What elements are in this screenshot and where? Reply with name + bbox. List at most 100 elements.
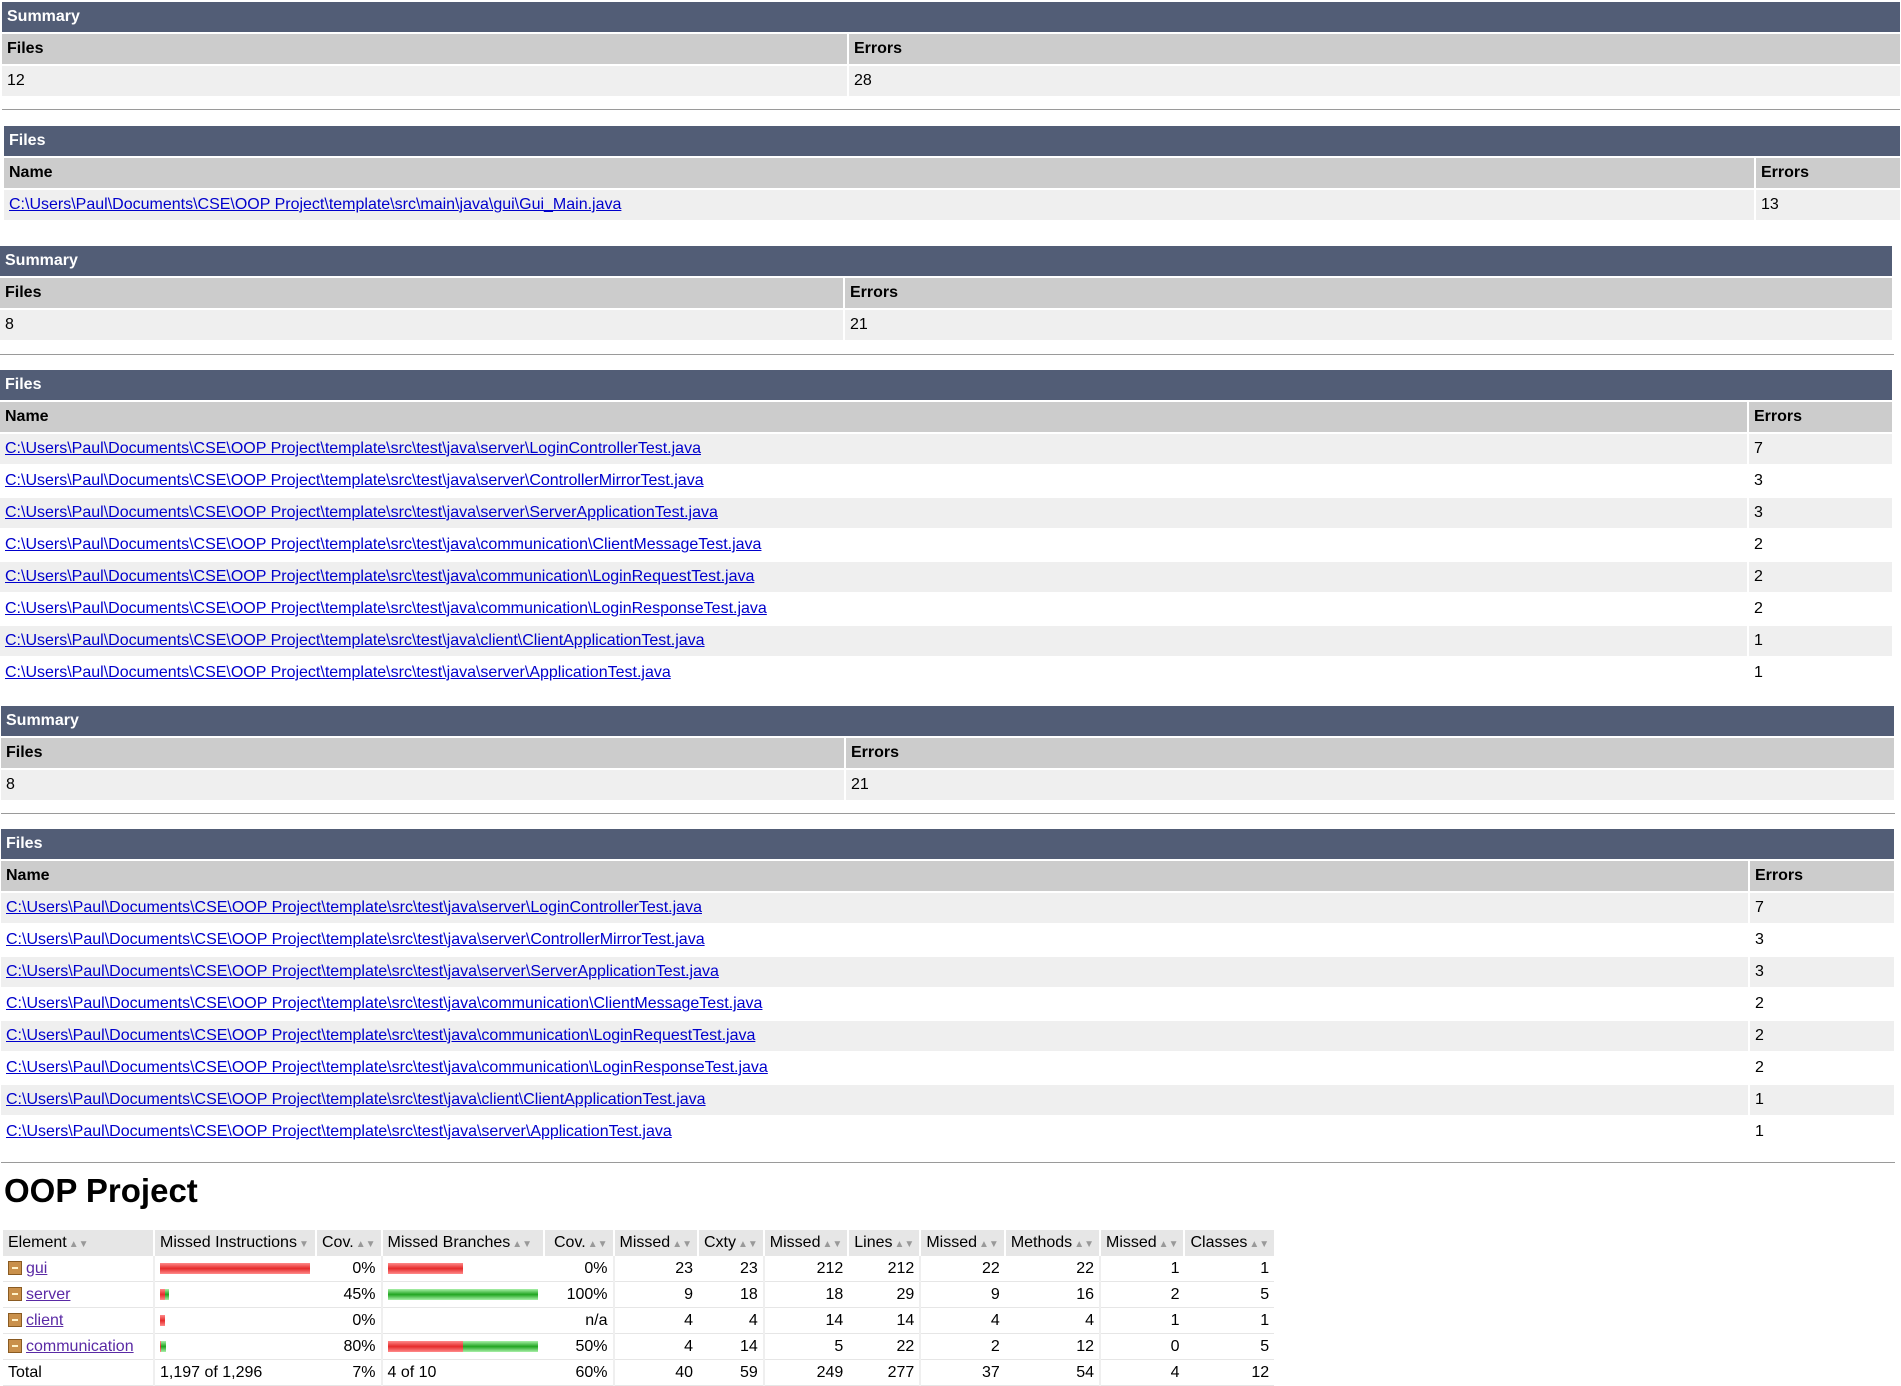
branch-cov: 100% xyxy=(543,1281,614,1308)
file-link[interactable]: C:\Users\Paul\Documents\CSE\OOP Project\… xyxy=(5,664,671,681)
file-link[interactable]: C:\Users\Paul\Documents\CSE\OOP Project\… xyxy=(6,931,705,948)
instr-cov: 80% xyxy=(316,1333,382,1360)
file-link[interactable]: C:\Users\Paul\Documents\CSE\OOP Project\… xyxy=(5,504,718,521)
package-icon xyxy=(8,1312,22,1327)
branch-bar-cell xyxy=(380,1281,544,1308)
cxty: 23 xyxy=(698,1255,764,1282)
missed-cxty: 23 xyxy=(612,1255,698,1282)
cxty: 18 xyxy=(698,1281,764,1308)
summary-table-3: Summary Files Errors 8 21 xyxy=(0,704,1896,802)
file-link[interactable]: C:\Users\Paul\Documents\CSE\OOP Project\… xyxy=(6,1123,672,1140)
table-row xyxy=(4,222,1900,232)
files-header-name: Name xyxy=(0,402,1747,432)
methods: 12 xyxy=(1004,1333,1100,1360)
missed-cxty: 9 xyxy=(612,1281,698,1308)
file-errors: 2 xyxy=(1750,1021,1894,1051)
package-link[interactable]: gui xyxy=(26,1260,47,1277)
file-errors: 1 xyxy=(1750,1085,1894,1115)
table-row: C:\Users\Paul\Documents\CSE\OOP Project\… xyxy=(1,893,1894,923)
file-link[interactable]: C:\Users\Paul\Documents\CSE\OOP Project\… xyxy=(5,472,704,489)
branch-bar-cell xyxy=(380,1255,544,1282)
lines: 212 xyxy=(848,1255,921,1282)
files-table-1: Files Name Errors C:\Users\Paul\Document… xyxy=(2,124,1900,232)
col-missed-branches[interactable]: Missed Branches ▲▼ xyxy=(380,1230,544,1256)
cxty: 4 xyxy=(698,1307,764,1334)
missed-lines: 18 xyxy=(762,1281,849,1308)
package-link[interactable]: client xyxy=(26,1312,63,1329)
table-row: C:\Users\Paul\Documents\CSE\OOP Project\… xyxy=(0,466,1892,496)
files-header-errors: Errors xyxy=(1750,861,1894,891)
package-cell: client xyxy=(3,1307,154,1334)
col-missed-methods[interactable]: Missed ▲▼ xyxy=(919,1230,1005,1256)
file-errors: 1 xyxy=(1749,658,1892,688)
col-missed-classes[interactable]: Missed ▲▼ xyxy=(1098,1230,1185,1256)
summary-errors-count: 21 xyxy=(845,310,1892,340)
col-missed-lines[interactable]: Missed ▲▼ xyxy=(762,1230,849,1256)
file-link[interactable]: C:\Users\Paul\Documents\CSE\OOP Project\… xyxy=(6,1059,768,1076)
missed-methods: 2 xyxy=(919,1333,1005,1360)
files-table-3: Files Name Errors C:\Users\Paul\Document… xyxy=(0,827,1896,1149)
report-3: Summary Files Errors 8 21 Files Name Err… xyxy=(0,704,1900,1166)
missed-classes: 0 xyxy=(1098,1333,1185,1360)
files-header-name: Name xyxy=(4,158,1754,188)
missed-lines: 212 xyxy=(762,1255,849,1282)
covered-instructions-bar xyxy=(165,1288,169,1300)
missed-classes: 2 xyxy=(1098,1281,1185,1308)
col-missed-cxty[interactable]: Missed ▲▼ xyxy=(612,1230,698,1256)
package-link[interactable]: communication xyxy=(26,1338,134,1355)
file-link[interactable]: C:\Users\Paul\Documents\CSE\OOP Project\… xyxy=(5,440,701,457)
file-link[interactable]: C:\Users\Paul\Documents\CSE\OOP Project\… xyxy=(5,600,767,617)
col-cxty[interactable]: Cxty ▲▼ xyxy=(697,1230,764,1256)
summary-header-errors: Errors xyxy=(849,34,1900,64)
col-lines[interactable]: Lines ▲▼ xyxy=(847,1230,921,1256)
table-row: C:\Users\Paul\Documents\CSE\OOP Project\… xyxy=(1,957,1894,987)
table-row: C:\Users\Paul\Documents\CSE\OOP Project\… xyxy=(1,1021,1894,1051)
missed-methods: 4 xyxy=(919,1307,1005,1334)
missed-branches-bar xyxy=(387,1340,463,1352)
files-header-errors: Errors xyxy=(1756,158,1900,188)
instr-bar-cell xyxy=(153,1333,316,1360)
file-link[interactable]: C:\Users\Paul\Documents\CSE\OOP Project\… xyxy=(6,995,762,1012)
package-cell: gui xyxy=(3,1255,154,1282)
file-link[interactable]: C:\Users\Paul\Documents\CSE\OOP Project\… xyxy=(6,899,702,916)
lines: 29 xyxy=(848,1281,921,1308)
summary-header-files: Files xyxy=(0,278,843,308)
package-icon xyxy=(8,1338,22,1353)
file-link[interactable]: C:\Users\Paul\Documents\CSE\OOP Project\… xyxy=(9,196,621,213)
methods: 4 xyxy=(1004,1307,1100,1334)
package-cell: communication xyxy=(3,1333,154,1360)
package-icon xyxy=(8,1286,22,1301)
file-link[interactable]: C:\Users\Paul\Documents\CSE\OOP Project\… xyxy=(6,1091,706,1108)
file-errors: 2 xyxy=(1750,989,1894,1019)
file-link[interactable]: C:\Users\Paul\Documents\CSE\OOP Project\… xyxy=(6,963,719,980)
file-link[interactable]: C:\Users\Paul\Documents\CSE\OOP Project\… xyxy=(5,536,761,553)
table-row: C:\Users\Paul\Documents\CSE\OOP Project\… xyxy=(4,190,1900,220)
col-missed-instructions[interactable]: Missed Instructions ▼ xyxy=(153,1230,316,1256)
summary-header-files: Files xyxy=(1,738,844,768)
missed-instructions-bar xyxy=(160,1314,165,1326)
summary-header-errors: Errors xyxy=(845,278,1892,308)
package-row: client 0% n/a 4 4 14 14 4 4 1 1 xyxy=(3,1307,1275,1334)
table-row: C:\Users\Paul\Documents\CSE\OOP Project\… xyxy=(0,434,1892,464)
table-row: C:\Users\Paul\Documents\CSE\OOP Project\… xyxy=(1,925,1894,955)
col-classes[interactable]: Classes ▲▼ xyxy=(1183,1230,1275,1256)
missed-classes: 1 xyxy=(1098,1255,1185,1282)
divider xyxy=(2,109,1900,110)
report-1: Summary Files Errors 12 28 Files Name Er… xyxy=(0,0,1900,232)
col-branch-cov[interactable]: Cov. ▲▼ xyxy=(542,1230,614,1256)
missed-instructions-bar xyxy=(160,1262,310,1274)
col-methods[interactable]: Methods ▲▼ xyxy=(1003,1230,1100,1256)
files-caption: Files xyxy=(4,126,1900,156)
table-row: C:\Users\Paul\Documents\CSE\OOP Project\… xyxy=(0,498,1892,528)
file-link-partial[interactable] xyxy=(4,222,1754,232)
file-link[interactable]: C:\Users\Paul\Documents\CSE\OOP Project\… xyxy=(6,1027,755,1044)
col-instr-cov[interactable]: Cov. ▲▼ xyxy=(315,1230,382,1256)
missed-cxty: 4 xyxy=(612,1333,698,1360)
file-link[interactable]: C:\Users\Paul\Documents\CSE\OOP Project\… xyxy=(5,568,754,585)
package-link[interactable]: server xyxy=(26,1286,70,1303)
col-element[interactable]: Element ▲▼ xyxy=(3,1230,154,1256)
summary-caption: Summary xyxy=(2,2,1900,32)
file-link[interactable]: C:\Users\Paul\Documents\CSE\OOP Project\… xyxy=(5,632,705,649)
table-row: C:\Users\Paul\Documents\CSE\OOP Project\… xyxy=(1,1053,1894,1083)
table-row: C:\Users\Paul\Documents\CSE\OOP Project\… xyxy=(0,562,1892,592)
